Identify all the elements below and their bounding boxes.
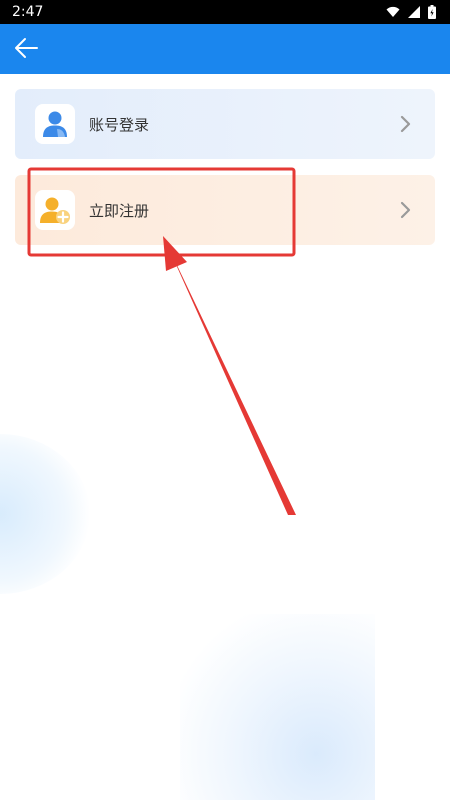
status-bar: 2:47 <box>0 0 450 24</box>
chevron-right-icon <box>391 195 421 225</box>
register-now-item[interactable]: 立即注册 <box>15 175 435 245</box>
account-login-item[interactable]: 账号登录 <box>15 89 435 159</box>
content-area: 账号登录 立即注册 <box>0 74 450 800</box>
decorative-blob <box>180 614 375 800</box>
decorative-blob <box>0 434 90 594</box>
register-now-label: 立即注册 <box>89 201 150 220</box>
app-bar <box>0 24 450 74</box>
back-button[interactable] <box>8 30 44 66</box>
account-login-label: 账号登录 <box>89 115 150 134</box>
status-time: 2:47 <box>12 4 44 20</box>
wifi-icon <box>386 6 400 17</box>
signal-icon <box>408 6 420 18</box>
user-icon <box>35 104 75 144</box>
arrow-left-icon <box>15 38 38 58</box>
user-add-icon <box>35 190 75 230</box>
chevron-right-icon <box>391 109 421 139</box>
status-icons <box>386 5 436 19</box>
battery-icon <box>428 5 436 19</box>
